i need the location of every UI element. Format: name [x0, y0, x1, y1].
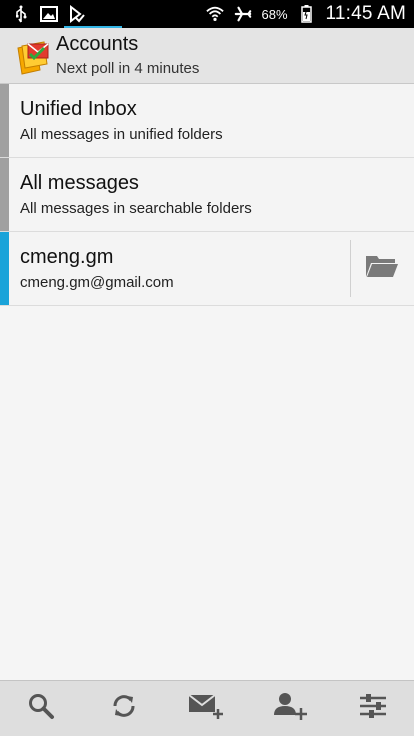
account-description: All messages in unified folders	[20, 125, 223, 143]
header-text: Accounts Next poll in 4 minutes	[56, 33, 199, 79]
wifi-icon	[205, 5, 224, 23]
action-bar: Accounts Next poll in 4 minutes	[0, 28, 414, 84]
image-icon	[40, 5, 58, 23]
account-body: All messages All messages in searchable …	[9, 158, 414, 231]
mail-app-icon[interactable]	[14, 36, 54, 76]
compose-button[interactable]	[183, 685, 231, 733]
account-list: Unified Inbox All messages in unified fo…	[0, 84, 414, 306]
account-row-all-messages[interactable]: All messages All messages in searchable …	[0, 158, 414, 232]
clock: 11:45 AM	[325, 3, 406, 24]
account-email: cmeng.gm@gmail.com	[20, 273, 174, 291]
account-title: cmeng.gm	[20, 245, 114, 268]
account-description: All messages in searchable folders	[20, 199, 252, 217]
bottom-toolbar	[0, 680, 414, 736]
account-row-cmeng[interactable]: cmeng.gm cmeng.gm@gmail.com	[0, 232, 414, 306]
compose-icon	[188, 692, 226, 725]
status-right: 68% 11:45 AM	[205, 3, 407, 25]
page-title: Accounts	[56, 32, 139, 55]
status-left	[12, 5, 86, 23]
refresh-button[interactable]	[100, 685, 148, 733]
refresh-icon	[110, 692, 138, 725]
folder-icon	[365, 253, 399, 284]
search-icon	[27, 692, 55, 725]
poll-status: Next poll in 4 minutes	[56, 59, 200, 77]
folders-button[interactable]	[350, 232, 414, 305]
airplane-icon	[234, 5, 252, 23]
add-account-icon	[272, 691, 308, 726]
usb-icon	[12, 5, 30, 23]
settings-icon	[358, 692, 388, 725]
search-button[interactable]	[17, 685, 65, 733]
account-row-unified-inbox[interactable]: Unified Inbox All messages in unified fo…	[0, 84, 414, 158]
play-store-icon	[68, 5, 86, 23]
account-indicator	[0, 232, 9, 305]
account-indicator	[0, 84, 9, 157]
settings-button[interactable]	[349, 685, 397, 733]
account-title: All messages	[20, 171, 139, 194]
add-account-button[interactable]	[266, 685, 314, 733]
battery-icon	[298, 5, 316, 23]
account-body: cmeng.gm cmeng.gm@gmail.com	[9, 232, 350, 305]
account-indicator	[0, 158, 9, 231]
battery-percent: 68%	[261, 6, 288, 22]
account-title: Unified Inbox	[20, 97, 137, 120]
account-body: Unified Inbox All messages in unified fo…	[9, 84, 414, 157]
status-bar: 68% 11:45 AM	[0, 0, 414, 28]
